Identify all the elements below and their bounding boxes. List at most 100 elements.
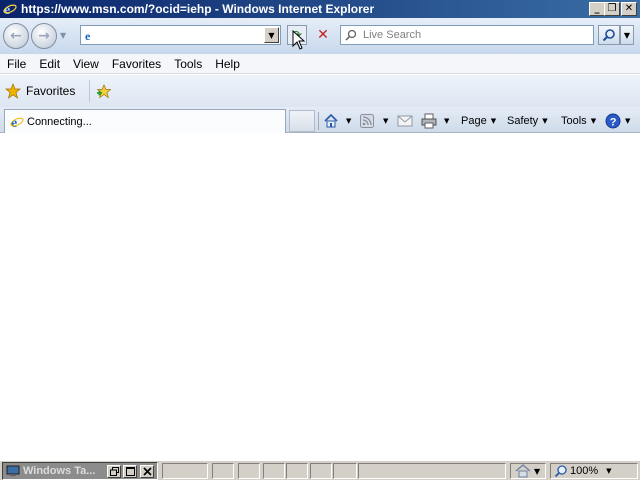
tools-menu-label: Tools xyxy=(561,115,587,127)
navigation-bar: ← → ▼ e ▼ ⟳ ✕ Live Search ▼ xyxy=(0,18,640,54)
menu-edit[interactable]: Edit xyxy=(32,57,66,71)
status-panel xyxy=(333,463,357,479)
chevron-down-icon: ▼ xyxy=(383,117,389,125)
title-bar: e https://www.msn.com/?ocid=iehp - Windo… xyxy=(0,0,640,18)
taskbar-close-button[interactable] xyxy=(140,465,154,478)
safety-menu-button[interactable]: Safety ▼ xyxy=(507,111,548,131)
favorites-button[interactable]: Favorites xyxy=(5,81,79,101)
protected-mode-button[interactable]: ▼ xyxy=(510,463,546,479)
tools-menu-button[interactable]: Tools ▼ xyxy=(561,111,596,131)
menu-file[interactable]: File xyxy=(0,57,32,71)
favorites-star-icon xyxy=(5,83,21,99)
new-tab-button[interactable] xyxy=(289,110,315,132)
feeds-dropdown[interactable]: ▼ xyxy=(379,111,388,131)
home-dropdown[interactable]: ▼ xyxy=(342,111,351,131)
restore-icon xyxy=(109,467,119,476)
ie-window: e https://www.msn.com/?ocid=iehp - Windo… xyxy=(0,0,640,480)
taskbar-button[interactable]: Windows Ta... xyxy=(2,462,158,480)
help-menu-button[interactable]: ? ▼ xyxy=(605,111,630,131)
refresh-button[interactable]: ⟳ xyxy=(287,25,307,45)
chevron-down-icon: ▼ xyxy=(346,117,352,125)
computer-icon xyxy=(5,464,21,478)
status-panel xyxy=(310,463,332,479)
chevron-down-icon: ▼ xyxy=(625,117,631,125)
tab-label: Connecting... xyxy=(27,115,92,128)
protected-mode-icon xyxy=(515,464,531,478)
home-icon xyxy=(323,113,339,129)
forward-arrow-icon: → xyxy=(38,28,50,44)
print-dropdown[interactable]: ▼ xyxy=(440,111,449,131)
menu-tools[interactable]: Tools xyxy=(167,57,208,71)
zoom-button[interactable]: 100% ▼ xyxy=(550,463,638,479)
chevron-down-icon: ▼ xyxy=(490,117,497,125)
safety-menu-label: Safety xyxy=(507,115,539,127)
chevron-down-icon: ▼ xyxy=(444,117,450,125)
feeds-button[interactable] xyxy=(359,111,375,131)
help-icon: ? xyxy=(605,113,621,129)
maximize-icon xyxy=(125,467,135,476)
home-button[interactable] xyxy=(323,111,339,131)
status-panel xyxy=(212,463,234,479)
menu-bar: File Edit View Favorites Tools Help xyxy=(0,54,640,74)
restore-button[interactable]: ❐ xyxy=(604,2,620,16)
toolbar-separator xyxy=(318,112,319,130)
status-panel xyxy=(286,463,308,479)
read-mail-button[interactable] xyxy=(397,111,413,131)
magnifier-icon xyxy=(602,29,615,42)
back-arrow-icon: ← xyxy=(10,28,22,44)
chevron-down-icon: ▼ xyxy=(606,467,612,475)
status-panel xyxy=(162,463,208,479)
ie-logo-icon: e xyxy=(2,1,18,17)
menu-help[interactable]: Help xyxy=(208,57,246,71)
add-to-favorites-bar-button[interactable] xyxy=(89,80,111,102)
page-loading-icon: e xyxy=(9,114,25,130)
svg-text:e: e xyxy=(85,29,91,41)
address-bar[interactable]: e ▼ xyxy=(80,25,281,45)
close-icon xyxy=(142,467,152,476)
search-placeholder: Live Search xyxy=(363,29,422,41)
address-dropdown-button[interactable]: ▼ xyxy=(264,27,279,43)
search-box[interactable]: Live Search xyxy=(340,25,594,45)
close-button[interactable]: ✕ xyxy=(621,2,637,16)
menu-view[interactable]: View xyxy=(66,57,105,71)
zoom-level: 100% xyxy=(570,465,599,477)
taskbar-maximize-button[interactable] xyxy=(123,465,137,478)
print-button[interactable] xyxy=(421,111,437,131)
page-menu-label: Page xyxy=(461,115,487,127)
stop-icon: ✕ xyxy=(317,27,329,43)
page-menu-button[interactable]: Page ▼ xyxy=(461,111,496,131)
svg-text:e: e xyxy=(11,116,17,129)
search-options-button[interactable]: ▼ xyxy=(620,25,634,45)
mail-icon xyxy=(397,113,413,129)
status-panel xyxy=(263,463,285,479)
status-bar: Windows Ta... ▼ 100% ▼ xyxy=(0,460,640,480)
tab-row: e Connecting... ▼ ▼ ▼ Page ▼ Safety ▼ To… xyxy=(0,107,640,133)
zoom-icon xyxy=(554,465,567,478)
printer-icon xyxy=(421,113,437,129)
forward-button[interactable]: → xyxy=(31,23,57,49)
favorites-bar: Favorites xyxy=(0,75,640,107)
add-favorite-icon xyxy=(96,84,111,99)
rss-feed-icon xyxy=(359,113,375,129)
chevron-down-icon: ▼ xyxy=(534,466,541,476)
status-panel xyxy=(358,463,506,479)
tab-current[interactable]: e Connecting... xyxy=(4,109,286,133)
search-provider-icon xyxy=(343,27,359,43)
page-icon: e xyxy=(83,28,97,42)
stop-button[interactable]: ✕ xyxy=(313,25,333,45)
minimize-button[interactable]: _ xyxy=(589,2,605,16)
menu-favorites[interactable]: Favorites xyxy=(105,57,167,71)
favorites-label: Favorites xyxy=(26,84,76,98)
svg-text:?: ? xyxy=(610,117,617,129)
page-content-area[interactable] xyxy=(0,134,640,460)
search-button[interactable] xyxy=(598,25,620,45)
refresh-icon: ⟳ xyxy=(291,28,303,42)
back-button[interactable]: ← xyxy=(3,23,29,49)
taskbar-restore-button[interactable] xyxy=(107,465,121,478)
chevron-down-icon: ▼ xyxy=(542,117,548,125)
window-title: https://www.msn.com/?ocid=iehp - Windows… xyxy=(21,2,375,16)
status-panel xyxy=(238,463,260,479)
recent-pages-dropdown[interactable]: ▼ xyxy=(60,31,66,40)
chevron-down-icon: ▼ xyxy=(590,117,597,125)
taskbar-button-label: Windows Ta... xyxy=(23,465,96,477)
